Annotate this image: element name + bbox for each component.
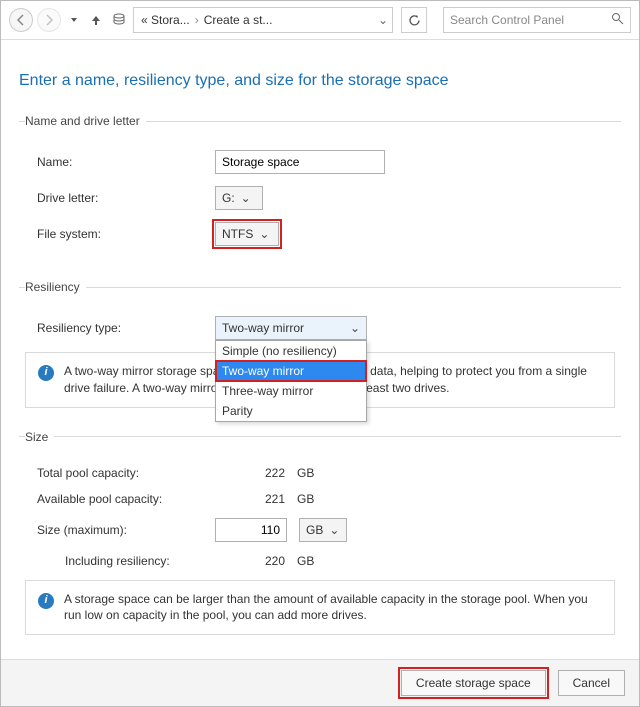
avail-capacity-value: 221 bbox=[215, 492, 285, 506]
create-storage-space-button[interactable]: Create storage space bbox=[401, 670, 546, 696]
chevron-down-icon: ⌄ bbox=[350, 321, 360, 335]
group-resiliency: Resiliency Resiliency type: Two-way mirr… bbox=[19, 280, 621, 412]
storage-icon bbox=[109, 8, 129, 32]
group-legend: Name and drive letter bbox=[25, 114, 146, 128]
name-input[interactable] bbox=[215, 150, 385, 174]
content-area: Enter a name, resiliency type, and size … bbox=[1, 40, 639, 667]
size-info-text: A storage space can be larger than the a… bbox=[64, 591, 602, 625]
breadcrumb-item[interactable]: « Stora... bbox=[138, 13, 193, 27]
total-capacity-value: 222 bbox=[215, 466, 285, 480]
drive-letter-select[interactable]: G: ⌄ bbox=[215, 186, 263, 210]
info-icon: i bbox=[38, 365, 54, 381]
size-input[interactable] bbox=[215, 518, 287, 542]
forward-button[interactable] bbox=[37, 8, 61, 32]
footer: Create storage space Cancel bbox=[1, 659, 639, 706]
chevron-down-icon[interactable]: ⌄ bbox=[372, 13, 388, 27]
history-dropdown[interactable] bbox=[65, 8, 83, 32]
total-capacity-label: Total pool capacity: bbox=[25, 466, 215, 480]
resiliency-type-select[interactable]: Two-way mirror ⌄ bbox=[215, 316, 367, 340]
breadcrumb-item[interactable]: Create a st... bbox=[201, 13, 276, 27]
dropdown-option-selected[interactable]: Two-way mirror bbox=[216, 361, 366, 381]
drive-letter-label: Drive letter: bbox=[25, 191, 215, 205]
chevron-down-icon: ⌄ bbox=[329, 523, 339, 537]
cancel-button[interactable]: Cancel bbox=[558, 670, 625, 696]
filesystem-label: File system: bbox=[25, 227, 215, 241]
dropdown-option[interactable]: Parity bbox=[216, 401, 366, 421]
size-info-box: i A storage space can be larger than the… bbox=[25, 580, 615, 636]
including-resiliency-label: Including resiliency: bbox=[25, 554, 215, 568]
group-legend: Resiliency bbox=[25, 280, 86, 294]
dropdown-option[interactable]: Simple (no resiliency) bbox=[216, 341, 366, 361]
chevron-down-icon: ⌄ bbox=[259, 227, 269, 241]
total-capacity-unit: GB bbox=[297, 466, 314, 480]
info-icon: i bbox=[38, 593, 54, 609]
search-icon bbox=[611, 12, 624, 28]
avail-capacity-label: Available pool capacity: bbox=[25, 492, 215, 506]
size-unit-select[interactable]: GB ⌄ bbox=[299, 518, 347, 542]
filesystem-select[interactable]: NTFS ⌄ bbox=[215, 222, 279, 246]
size-label: Size (maximum): bbox=[25, 523, 215, 537]
page-title: Enter a name, resiliency type, and size … bbox=[19, 72, 621, 90]
search-placeholder: Search Control Panel bbox=[450, 13, 611, 27]
breadcrumb[interactable]: « Stora... › Create a st... ⌄ bbox=[133, 7, 393, 33]
resiliency-dropdown: Simple (no resiliency) Two-way mirror Th… bbox=[215, 340, 367, 422]
group-legend: Size bbox=[25, 430, 54, 444]
avail-capacity-unit: GB bbox=[297, 492, 314, 506]
including-resiliency-value: 220 bbox=[215, 554, 285, 568]
back-button[interactable] bbox=[9, 8, 33, 32]
name-label: Name: bbox=[25, 155, 215, 169]
chevron-down-icon: ⌄ bbox=[241, 191, 251, 205]
chevron-right-icon: › bbox=[193, 13, 201, 27]
group-size: Size Total pool capacity: 222 GB Availab… bbox=[19, 430, 621, 640]
resiliency-type-label: Resiliency type: bbox=[25, 321, 215, 335]
group-name-drive: Name and drive letter Name: Drive letter… bbox=[19, 114, 621, 262]
refresh-button[interactable] bbox=[401, 7, 427, 33]
up-button[interactable] bbox=[87, 8, 105, 32]
including-resiliency-unit: GB bbox=[297, 554, 314, 568]
toolbar: « Stora... › Create a st... ⌄ Search Con… bbox=[1, 1, 639, 40]
dropdown-option[interactable]: Three-way mirror bbox=[216, 381, 366, 401]
search-input[interactable]: Search Control Panel bbox=[443, 7, 631, 33]
